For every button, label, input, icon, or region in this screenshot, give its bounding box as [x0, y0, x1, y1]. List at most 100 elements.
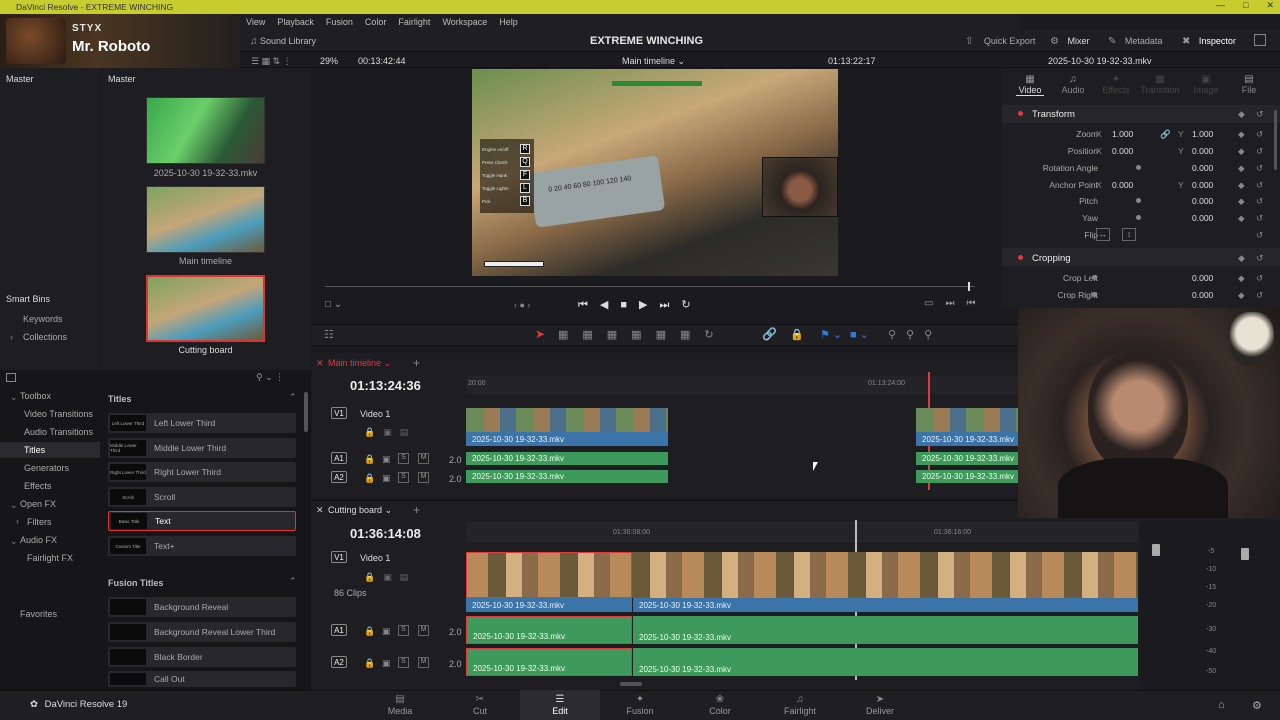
metadata-button[interactable]: ✎ Metadata [1108, 36, 1162, 47]
audio-monitor-icon[interactable]: ▣ [382, 454, 391, 465]
zoom-tools[interactable]: ⚲⚲⚲ [888, 328, 942, 341]
cutting-v1-clip-2[interactable]: 2025-10-30 19-32-33.mkv [633, 598, 1138, 612]
cutting-ruler[interactable] [466, 522, 1138, 542]
main-v1-clip[interactable]: 2025-10-30 19-32-33.mkv [466, 432, 668, 446]
close-icon[interactable]: ✕ [1266, 0, 1274, 11]
menu-help[interactable]: Help [493, 17, 524, 27]
reset-icon[interactable]: ↺ [1256, 146, 1263, 157]
solo-button[interactable]: S [398, 453, 409, 464]
toolbox-titles[interactable]: Titles [0, 442, 100, 458]
menu-workspace[interactable]: Workspace [436, 17, 493, 27]
sound-library-button[interactable]: ♫ Sound Library [250, 36, 316, 47]
fusion-title-background-reveal[interactable]: Background Reveal [108, 597, 296, 617]
cutting-a2-clip-1[interactable]: 2025-10-30 19-32-33.mkv [466, 648, 632, 676]
menu-playback[interactable]: Playback [271, 17, 320, 27]
zoom-x-field[interactable]: 1.000 [1112, 129, 1133, 139]
crop-right-slider[interactable] [1092, 292, 1097, 297]
audio-monitor-icon[interactable]: ▣ [382, 658, 391, 669]
media-thumb-cutting-board[interactable] [146, 275, 265, 342]
lock-icon[interactable]: 🔒 [364, 626, 375, 637]
anchor-y-field[interactable]: 0.000 [1192, 180, 1213, 190]
main-a1-clip2[interactable]: 2025-10-30 19-32-33.mkv [916, 452, 1018, 465]
maximize-icon[interactable]: □ [1243, 0, 1248, 11]
close-timeline-icon[interactable]: ✕ [316, 505, 324, 516]
meter-fader[interactable] [1241, 548, 1249, 560]
position-y-field[interactable]: 0.000 [1192, 146, 1213, 156]
main-a1-clip[interactable]: 2025-10-30 19-32-33.mkv [466, 452, 668, 465]
keyframe-icon[interactable]: ◆ [1238, 273, 1245, 284]
inspector-tab-image[interactable]: ▣ Image [1190, 74, 1222, 95]
enable-indicator[interactable] [1018, 255, 1023, 260]
crop-right-field[interactable]: 0.000 [1192, 290, 1213, 300]
fusion-title-background-reveal-lower-third[interactable]: Background Reveal Lower Third [108, 622, 296, 642]
title-left-lower-third[interactable]: Left Lower Third Left Lower Third [108, 413, 296, 433]
crop-left-field[interactable]: 0.000 [1192, 273, 1213, 283]
toolbox-fairlight-fx[interactable]: Fairlight FX [0, 550, 100, 566]
quick-export-button[interactable]: ⇧ Quick Export [965, 36, 1035, 47]
media-thumb-main-timeline[interactable] [146, 186, 265, 253]
mute-button[interactable]: M [418, 453, 429, 464]
rotation-field[interactable]: 0.000 [1192, 163, 1213, 173]
inspector-scrollbar[interactable] [1274, 110, 1277, 170]
page-edit[interactable]: ☰ Edit [520, 690, 600, 720]
chevron-up-icon[interactable]: ⌃ [289, 392, 297, 403]
track-badge[interactable]: V1 [331, 407, 347, 419]
lock-icon[interactable]: 🔒 [364, 473, 375, 484]
keyframe-icon[interactable]: ◆ [1238, 253, 1245, 264]
meter-fader[interactable] [1152, 544, 1160, 556]
close-timeline-icon[interactable]: ✕ [316, 358, 324, 369]
fullscreen-icon[interactable] [1254, 34, 1266, 46]
solo-button[interactable]: S [398, 657, 409, 668]
timeline-scrollbar[interactable] [620, 682, 642, 686]
viewer-scrubber[interactable] [325, 286, 975, 287]
yaw-field[interactable]: 0.000 [1192, 213, 1213, 223]
cutting-a1-clip-2[interactable]: 2025-10-30 19-32-33.mkv [633, 616, 1138, 644]
transport-controls[interactable]: ⏮◀■▶⏭↻ [578, 298, 703, 312]
inspector-tab-file[interactable]: ▤ File [1234, 74, 1264, 95]
audio-monitor-icon[interactable]: ▣ [382, 473, 391, 484]
main-v1-clip2[interactable]: 2025-10-30 19-32-33.mkv [916, 432, 1018, 446]
keyframe-icon[interactable]: ◆ [1238, 146, 1245, 157]
mute-button[interactable]: M [418, 625, 429, 636]
keyframe-icon[interactable]: ◆ [1238, 290, 1245, 301]
page-cut[interactable]: ✂ Cut [440, 690, 520, 720]
reset-icon[interactable]: ↺ [1256, 290, 1263, 301]
toolbox-filters[interactable]: Filters [0, 514, 100, 530]
minimize-icon[interactable]: — [1216, 0, 1225, 11]
cutting-a2-clip-2[interactable]: 2025-10-30 19-32-33.mkv [633, 648, 1138, 676]
toolbox-audio-fx[interactable]: Audio FX [0, 532, 100, 548]
inspector-button[interactable]: ✖ Inspector [1182, 36, 1236, 47]
main-ruler[interactable] [466, 376, 1018, 394]
media-thumb-clip[interactable] [146, 97, 265, 164]
panel-toggle-icon[interactable] [6, 373, 16, 382]
add-timeline-icon[interactable]: + [413, 503, 420, 517]
viewer-right-controls[interactable]: ▭⏭⏮ [924, 298, 987, 309]
menu-fusion[interactable]: Fusion [320, 17, 359, 27]
mute-button[interactable]: M [418, 472, 429, 483]
chevron-up-icon[interactable]: ⌃ [289, 576, 297, 587]
reset-icon[interactable]: ↺ [1256, 109, 1264, 120]
track-controls[interactable]: 🔒▣▤ [364, 427, 416, 438]
title-middle-lower-third[interactable]: Middle Lower Third Middle Lower Third [108, 438, 296, 458]
solo-button[interactable]: S [398, 472, 409, 483]
yaw-slider[interactable] [1136, 215, 1141, 220]
reset-icon[interactable]: ↺ [1256, 230, 1263, 241]
selection-tool-icon[interactable]: ➤ [535, 327, 545, 341]
pitch-slider[interactable] [1136, 198, 1141, 203]
page-fusion[interactable]: ✦ Fusion [600, 690, 680, 720]
smart-bin-keywords[interactable]: Keywords [23, 314, 63, 324]
timeline-options-icon[interactable]: ☷ [324, 328, 334, 341]
anchor-x-field[interactable]: 0.000 [1112, 180, 1133, 190]
lock-icon[interactable]: 🔒 [790, 328, 804, 341]
menu-color[interactable]: Color [359, 17, 393, 27]
enable-indicator[interactable] [1018, 111, 1023, 116]
keyframe-icon[interactable]: ◆ [1238, 109, 1245, 120]
viewer-mode-icon[interactable]: □ ⌄ [325, 299, 342, 310]
crop-left-slider[interactable] [1092, 275, 1097, 280]
page-deliver[interactable]: ➤ Deliver [840, 690, 920, 720]
position-x-field[interactable]: 0.000 [1112, 146, 1133, 156]
rotation-slider[interactable] [1136, 165, 1141, 170]
reset-icon[interactable]: ↺ [1256, 196, 1263, 207]
mute-button[interactable]: M [418, 657, 429, 668]
cutting-board-tab[interactable]: Cutting board ⌄ [328, 505, 392, 516]
